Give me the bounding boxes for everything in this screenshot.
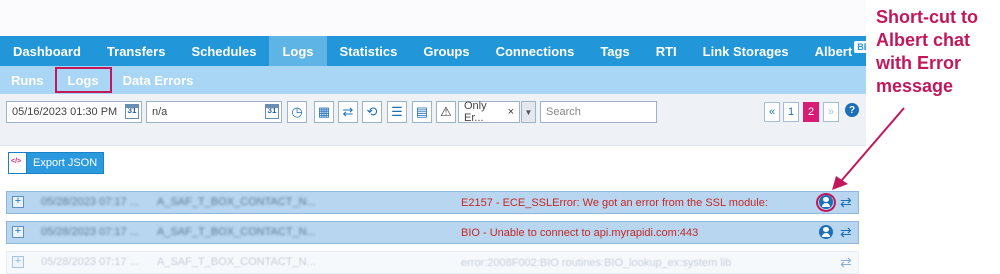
- annotation-arrow: [832, 107, 905, 190]
